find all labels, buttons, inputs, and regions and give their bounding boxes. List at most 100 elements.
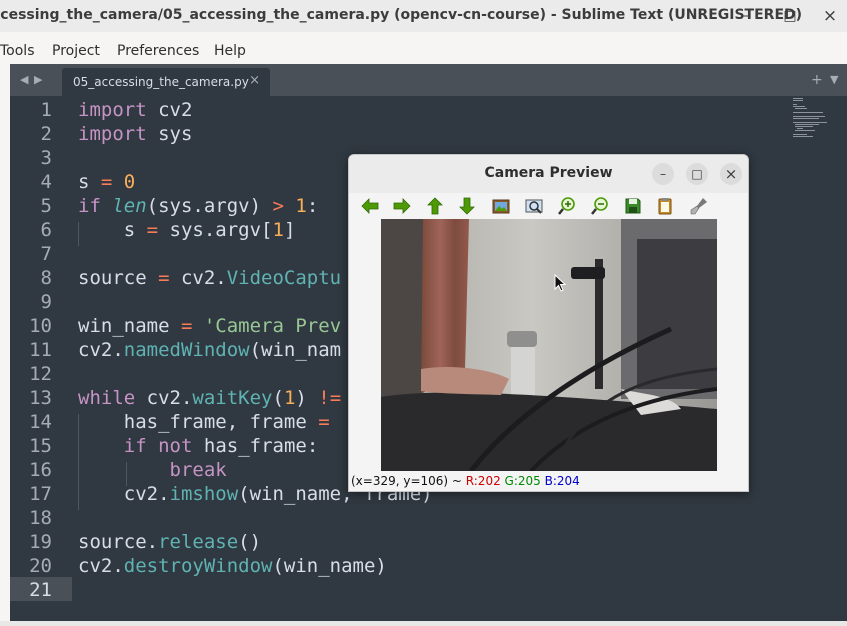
menu-preferences[interactable]: Preferences [117, 43, 199, 59]
editor-bottom-edge [0, 621, 847, 626]
code-token: 1 [283, 387, 296, 409]
code-token: release [158, 531, 239, 553]
code-token: (win_name) [272, 555, 387, 577]
code-token: imshow [169, 483, 239, 505]
code-token: if [123, 435, 147, 457]
code-token: cv2. [135, 387, 193, 409]
code-token: : [306, 195, 319, 217]
pan-down-icon[interactable] [457, 196, 477, 216]
code-token: s [78, 171, 101, 193]
pixel-coordinates: (x=329, y=106) ~ [351, 474, 466, 488]
tab-scroll-left-icon[interactable]: ◀ [20, 64, 28, 96]
pan-up-icon[interactable] [425, 196, 445, 216]
mouse-pointer-icon [554, 274, 566, 292]
line-number: 8 [40, 267, 52, 289]
code-line[interactable]: cv2.destroyWindow(win_name) [78, 554, 387, 578]
code-line[interactable]: import sys [78, 122, 192, 146]
line-number: 9 [40, 291, 52, 313]
tab-scroll-right-icon[interactable]: ▶ [34, 64, 42, 96]
screen: { "window": { "title": "ccessing_the_cam… [0, 0, 847, 626]
code-token: cv2. [78, 483, 170, 505]
line-number: 14 [29, 411, 52, 433]
line-number: 18 [29, 507, 52, 529]
code-line[interactable]: has_frame, frame = [78, 410, 330, 434]
maximize-button[interactable]: □ [780, 6, 800, 26]
code-token: has_frame: [192, 435, 319, 457]
line-number: 6 [40, 219, 52, 241]
menu-tools[interactable]: Tools [0, 43, 35, 59]
code-line[interactable]: if len(sys.argv) > 1: [78, 194, 318, 218]
code-line[interactable]: source.release() [78, 530, 261, 554]
zoom-fit-icon[interactable] [524, 196, 544, 216]
camera-frame-image[interactable] [381, 219, 717, 471]
camera-frame-picture [381, 219, 717, 471]
new-tab-icon[interactable]: + [811, 64, 823, 96]
camera-minimize-button[interactable]: – [652, 163, 674, 185]
camera-preview-window[interactable]: Camera Preview – □ × (x=329, y=106) ~ R:… [348, 154, 749, 492]
code-token: cv2. [78, 555, 124, 577]
menu-help[interactable]: Help [214, 43, 246, 59]
code-token: cv2. [78, 339, 124, 361]
code-line[interactable]: while cv2.waitKey(1) != [78, 386, 341, 410]
minimize-button[interactable]: – [736, 6, 756, 26]
tab-dropdown-icon[interactable]: ▼ [830, 64, 838, 96]
camera-close-button[interactable]: × [720, 163, 742, 185]
pixel-blue-value: B:204 [544, 474, 580, 488]
code-token: () [238, 531, 262, 553]
code-token: (sys.argv) [146, 195, 273, 217]
zoom-in-icon[interactable] [557, 196, 577, 216]
pixel-green-value: G:205 [504, 474, 541, 488]
editor-left-margin [0, 96, 10, 626]
line-number: 3 [40, 147, 52, 169]
tab-label: 05_accessing_the_camera.py [73, 75, 249, 89]
code-token: not [158, 435, 193, 457]
menu-project[interactable]: Project [52, 43, 100, 59]
code-token: = [180, 315, 193, 337]
code-line[interactable]: if not has_frame: [78, 434, 319, 458]
close-button[interactable]: × [820, 6, 840, 26]
copy-icon[interactable] [655, 196, 675, 216]
code-line[interactable]: source = cv2.VideoCaptu [78, 266, 341, 290]
line-number: 11 [29, 339, 52, 361]
minimap[interactable] [793, 98, 831, 138]
pan-left-icon[interactable] [360, 196, 380, 216]
code-line[interactable]: s = 0 [78, 170, 135, 194]
line-number: 7 [40, 243, 52, 265]
code-token: ( [272, 387, 284, 409]
indent-guide [78, 414, 79, 510]
camera-toolbar [349, 193, 748, 219]
tab-close-icon[interactable]: × [249, 73, 260, 88]
properties-icon[interactable] [689, 196, 709, 216]
line-number: 13 [29, 387, 52, 409]
code-token: != [318, 387, 342, 409]
code-token: import [78, 99, 147, 121]
code-token: cv2 [146, 99, 193, 121]
zoom-out-icon[interactable] [590, 196, 610, 216]
code-line[interactable]: s = sys.argv[1] [78, 218, 296, 242]
code-token: waitKey [192, 387, 273, 409]
line-number: 10 [29, 315, 52, 337]
code-token: = [100, 171, 113, 193]
tab-active-file[interactable]: 05_accessing_the_camera.py × [62, 68, 270, 96]
code-line[interactable]: break [78, 458, 227, 482]
code-line[interactable]: import cv2 [78, 98, 192, 122]
line-number: 2 [40, 123, 52, 145]
code-token: if [78, 195, 101, 217]
code-token: 1 [272, 219, 284, 241]
code-token: source. [78, 531, 159, 553]
code-token: has_frame, frame [78, 411, 319, 433]
save-icon[interactable] [623, 196, 643, 216]
thumbnail-icon[interactable] [491, 196, 511, 216]
camera-status-bar: (x=329, y=106) ~ R:202 G:205 B:204 [351, 474, 580, 488]
code-token: while [78, 387, 136, 409]
code-line[interactable]: cv2.namedWindow(win_nam [78, 338, 341, 362]
pan-right-icon[interactable] [392, 196, 412, 216]
code-line[interactable]: win_name = 'Camera Prev [78, 314, 341, 338]
camera-maximize-button[interactable]: □ [686, 163, 708, 185]
camera-window-titlebar[interactable]: Camera Preview – □ × [349, 155, 748, 193]
line-number: 5 [40, 195, 52, 217]
code-token: = [146, 219, 159, 241]
line-number: 19 [29, 531, 52, 553]
